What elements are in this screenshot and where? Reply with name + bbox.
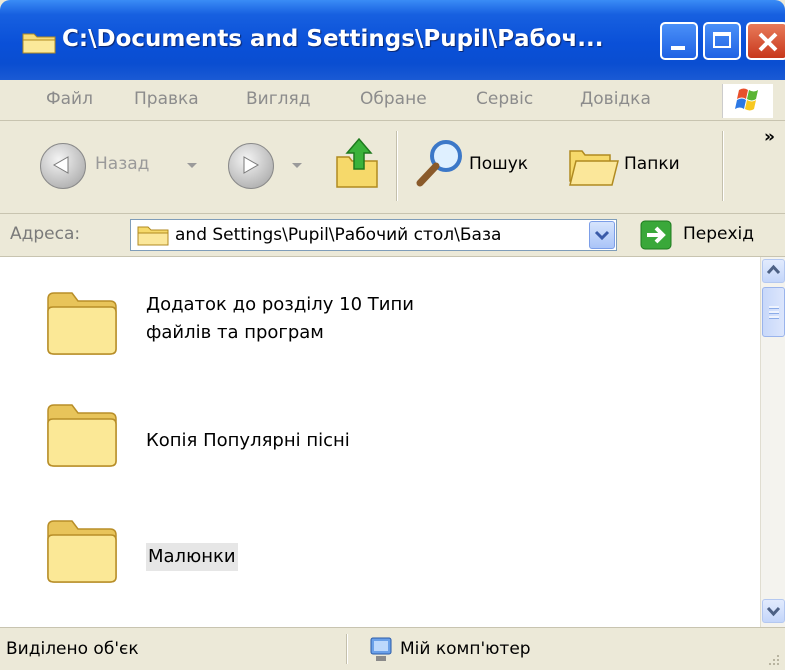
back-dropdown-icon[interactable] [187,163,197,168]
back-arrow-icon [52,156,69,174]
my-computer-icon [370,637,392,661]
folders-icon[interactable] [568,141,620,189]
status-selection: Виділено об'єк [6,639,139,659]
folder-icon [22,33,56,54]
menu-tools[interactable]: Сервіс [476,89,533,109]
folder-icon [47,404,117,467]
menu-favorites[interactable]: Обране [360,89,427,109]
go-button[interactable]: Перехід [683,224,754,244]
back-label[interactable]: Назад [95,154,149,174]
toolbar-overflow-icon[interactable]: » [764,127,775,147]
explorer-window: C:\Documents and Settings\Pupil\Рабоч...… [0,0,785,670]
folder-icon [47,520,117,583]
chevron-down-icon [594,230,610,241]
list-item[interactable] [44,399,120,473]
folder-icon [137,226,169,246]
address-value[interactable]: and Settings\Pupil\Рабочий стол\База [175,225,501,245]
chevron-down-icon [766,606,781,617]
minimize-button[interactable] [660,22,698,60]
toolbar: Назад Пошук Папки » [0,121,785,214]
menu-file[interactable]: Файл [46,89,93,109]
resize-grip-icon[interactable] [765,651,781,667]
toolbar-separator [396,131,398,201]
status-bar: Виділено об'єк Мій комп'ютер [0,627,785,670]
address-label: Адреса: [10,224,81,244]
forward-arrow-icon [243,156,260,174]
menu-view[interactable]: Вигляд [246,89,311,109]
item-label[interactable]: Копія Популярні пісні [146,427,350,455]
address-dropdown-button[interactable] [589,221,615,249]
search-icon[interactable] [414,137,466,189]
maximize-button[interactable] [703,22,741,60]
item-label[interactable]: Малюнки [146,543,238,571]
status-location: Мій комп'ютер [400,639,531,659]
chevron-up-icon [766,264,781,275]
status-separator [346,634,348,664]
back-button[interactable] [40,143,86,189]
vertical-scrollbar[interactable] [760,257,785,627]
close-button[interactable] [746,22,785,60]
address-input[interactable]: and Settings\Pupil\Рабочий стол\База [130,219,617,251]
scroll-down-button[interactable] [762,599,785,623]
go-arrow-icon[interactable] [640,220,672,250]
menu-edit[interactable]: Правка [134,89,199,109]
file-list: Додаток до розділу 10 Типи файлів та про… [0,257,760,627]
scroll-up-button[interactable] [762,259,785,283]
item-label[interactable]: Додаток до розділу 10 Типи файлів та про… [146,291,414,347]
forward-button[interactable] [228,143,274,189]
folders-label[interactable]: Папки [624,154,680,174]
window-title: C:\Documents and Settings\Pupil\Рабоч... [62,26,604,52]
list-item[interactable] [44,515,120,589]
title-bar[interactable]: C:\Documents and Settings\Pupil\Рабоч... [0,0,785,80]
windows-logo-icon [722,84,773,118]
folder-icon [47,292,117,355]
menu-help[interactable]: Довідка [580,89,651,109]
folder-up-icon[interactable] [333,135,383,191]
scroll-thumb[interactable] [762,287,785,337]
address-bar: Адреса: and Settings\Pupil\Рабочий стол\… [0,214,785,257]
menu-bar: Файл Правка Вигляд Обране Сервіс Довідка [0,80,785,121]
forward-dropdown-icon[interactable] [292,163,302,168]
list-item[interactable] [44,287,120,361]
search-label[interactable]: Пошук [469,154,528,174]
toolbar-separator [722,131,724,201]
